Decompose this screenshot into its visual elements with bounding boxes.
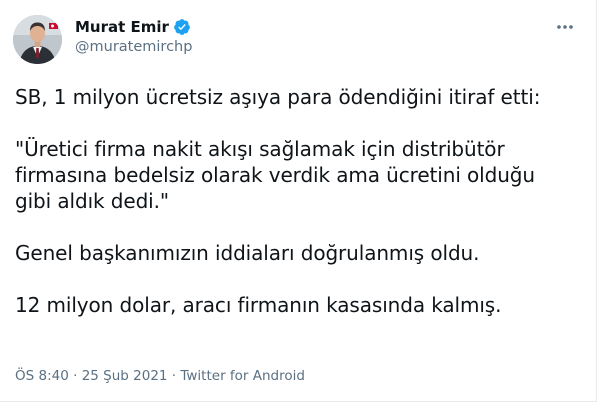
author-handle[interactable]: @muratemirchp (75, 39, 192, 55)
tweet-paragraph: 12 milyon dolar, aracı firmanın kasasınd… (15, 293, 502, 317)
author-block: Murat Emir @muratemirchp (75, 16, 192, 55)
tweet-paragraph: "Üretici firma nakit akışı sağlamak için… (15, 137, 535, 213)
more-horizontal-icon[interactable] (554, 20, 576, 34)
tweet-date[interactable]: 25 Şub 2021 (82, 368, 168, 384)
tweet-source[interactable]: Twitter for Android (180, 368, 305, 384)
profile-photo-icon (13, 15, 62, 64)
avatar[interactable] (13, 15, 62, 64)
display-name[interactable]: Murat Emir (75, 18, 169, 36)
meta-separator: · (167, 368, 181, 384)
name-row: Murat Emir (75, 16, 192, 38)
meta-separator: · (68, 368, 82, 384)
verified-badge-icon (173, 18, 191, 36)
tweet-card: Murat Emir @muratemirchp SB, 1 milyon üc… (0, 0, 597, 402)
tweet-meta: ÖS 8:40 · 25 Şub 2021 · Twitter for Andr… (15, 368, 305, 384)
tweet-time[interactable]: ÖS 8:40 (15, 368, 69, 384)
tweet-paragraph: Genel başkanımızın iddiaları doğrulanmış… (15, 241, 480, 265)
tweet-paragraph: SB, 1 milyon ücretsiz aşıya para ödendiğ… (15, 85, 541, 109)
tweet-text: SB, 1 milyon ücretsiz aşıya para ödendiğ… (15, 84, 575, 318)
